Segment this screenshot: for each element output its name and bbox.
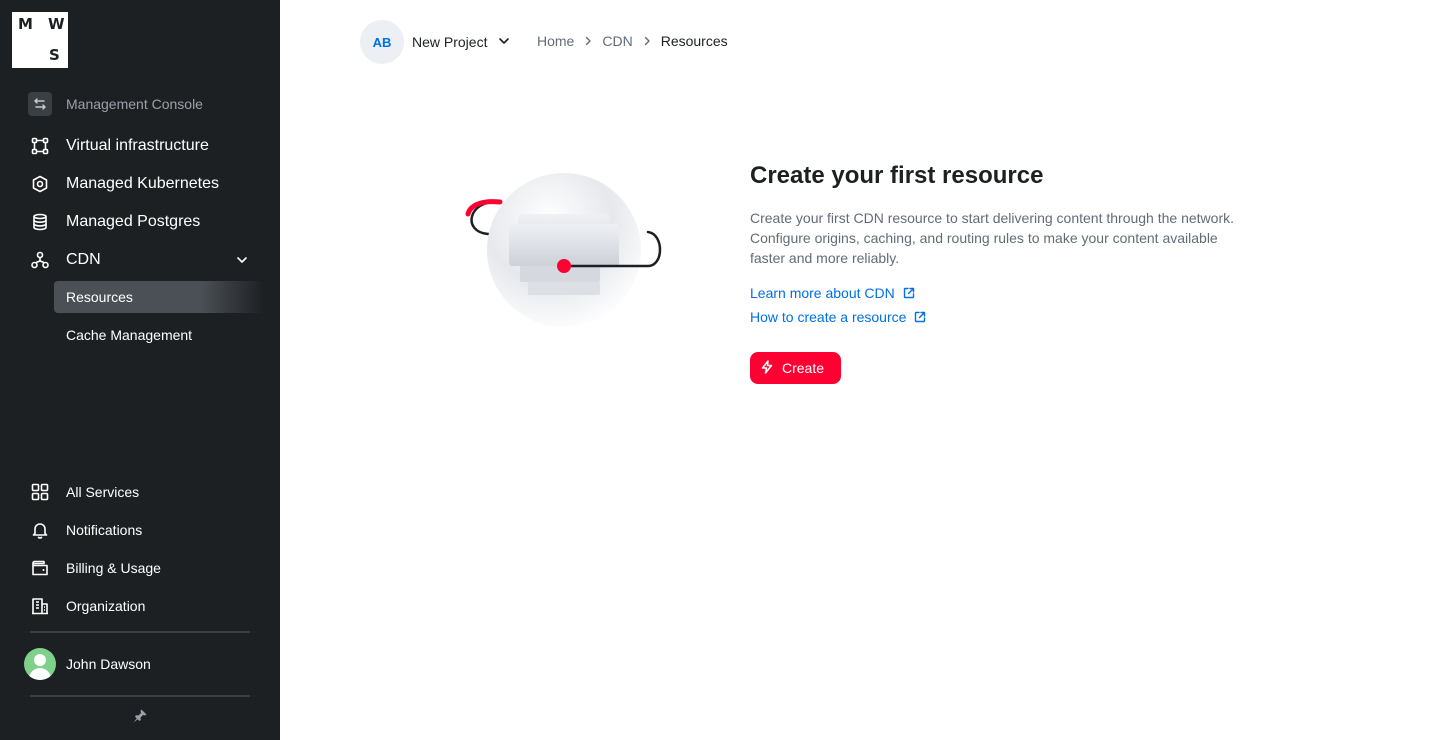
project-avatar: AB (360, 20, 404, 64)
cdn-icon (28, 248, 52, 272)
kubernetes-icon (28, 172, 52, 196)
sidebar-divider (30, 695, 250, 697)
breadcrumb: Home CDN Resources (537, 33, 728, 49)
link-label: Learn more about CDN (750, 285, 895, 301)
learn-more-cdn-link[interactable]: Learn more about CDN (750, 283, 915, 303)
management-console-label: Management Console (66, 96, 203, 112)
sidebar-item-notifications[interactable]: Notifications (28, 516, 142, 544)
user-name: John Dawson (66, 656, 151, 672)
sidebar: M W S Management Console Virtual infrast… (0, 0, 280, 740)
sidebar-item-managed-kubernetes[interactable]: Managed Kubernetes (28, 170, 254, 198)
bell-icon (28, 518, 52, 542)
grid-icon (28, 480, 52, 504)
mws-logo[interactable]: M W S (12, 12, 68, 68)
sidebar-divider (30, 631, 250, 633)
chevron-down-icon[interactable] (234, 252, 250, 273)
breadcrumb-cdn[interactable]: CDN (602, 33, 632, 49)
vm-icon (28, 134, 52, 158)
sidebar-subitem-resources[interactable]: Resources (54, 281, 264, 313)
logo-letter-m: M (18, 15, 33, 33)
database-icon (28, 210, 52, 234)
sidebar-item-label: Billing & Usage (66, 560, 161, 576)
external-link-icon (915, 311, 926, 323)
sidebar-item-label: Virtual infrastructure (66, 137, 209, 154)
breadcrumb-home[interactable]: Home (537, 33, 574, 49)
logo-letter-w: W (48, 15, 65, 33)
empty-state-title: Create your first resource (750, 162, 1044, 189)
sidebar-item-billing-usage[interactable]: Billing & Usage (28, 554, 161, 582)
user-profile[interactable]: John Dawson (24, 648, 151, 680)
sidebar-item-label: CDN (66, 251, 101, 268)
create-button[interactable]: Create (750, 352, 841, 384)
sidebar-subitem-label: Resources (66, 289, 133, 305)
wallet-icon (28, 556, 52, 580)
create-button-label: Create (782, 360, 825, 376)
pin-icon[interactable] (132, 708, 148, 724)
sidebar-subitem-label: Cache Management (66, 327, 193, 343)
sidebar-item-label: Notifications (66, 522, 143, 538)
external-link-icon (903, 287, 914, 299)
sidebar-item-label: Managed Postgres (66, 213, 201, 230)
empty-state-description: Create your first CDN resource to start … (750, 210, 1234, 266)
sidebar-item-virtual-infrastructure[interactable]: Virtual infrastructure (28, 132, 254, 160)
empty-state-illustration (460, 168, 670, 328)
chevron-right-icon (641, 35, 653, 47)
building-icon (28, 594, 52, 618)
sidebar-item-cdn[interactable]: CDN (28, 246, 254, 274)
chevron-right-icon (582, 35, 594, 47)
sidebar-item-label: All Services (66, 484, 140, 500)
chevron-down-icon (497, 34, 511, 53)
sidebar-subitem-cache-management[interactable]: Cache Management (54, 319, 264, 351)
logo-letter-s: S (49, 46, 60, 64)
project-switcher[interactable]: AB New Project (360, 20, 511, 64)
sidebar-item-organization[interactable]: Organization (28, 592, 145, 620)
avatar (24, 648, 56, 680)
management-console-switch[interactable]: Management Console (28, 92, 203, 116)
link-label: How to create a resource (750, 309, 907, 325)
project-name: New Project (412, 34, 488, 50)
sidebar-item-all-services[interactable]: All Services (28, 478, 139, 506)
switch-arrows-icon (28, 92, 52, 116)
sidebar-item-managed-postgres[interactable]: Managed Postgres (28, 208, 254, 236)
breadcrumb-resources: Resources (660, 33, 728, 49)
sidebar-item-label: Organization (66, 598, 146, 614)
sidebar-item-label: Managed Kubernetes (66, 175, 219, 192)
how-to-create-resource-link[interactable]: How to create a resource (750, 307, 926, 327)
lightning-icon (760, 359, 774, 377)
